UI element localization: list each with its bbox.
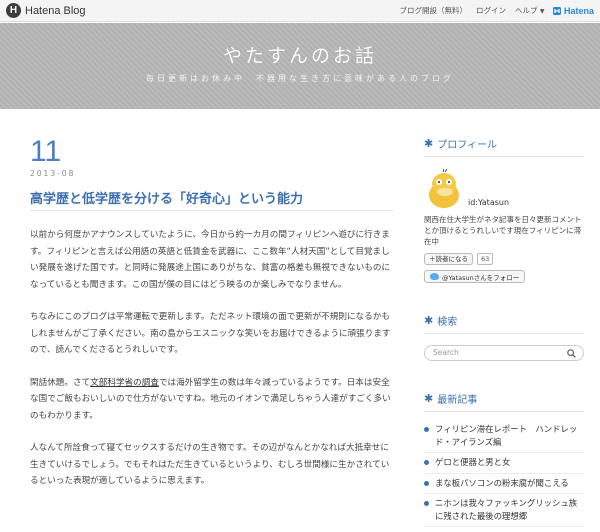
search-input[interactable]: Search bbox=[424, 345, 584, 361]
bullet-icon bbox=[424, 501, 429, 506]
bullet-icon bbox=[424, 480, 429, 486]
hatena-label: Hatena bbox=[563, 5, 594, 16]
module-divider bbox=[424, 411, 584, 412]
follow-label: @Yatasunさんをフォロー bbox=[442, 273, 520, 282]
recent-posts-heading-label: 最新記事 bbox=[437, 395, 478, 406]
twitter-bird-icon bbox=[430, 273, 439, 280]
search-icon[interactable] bbox=[567, 349, 576, 358]
search-heading-label: 検索 bbox=[437, 317, 458, 328]
profile-id[interactable]: id:Yatasun bbox=[468, 198, 509, 207]
recent-post-title[interactable]: ニホンは我々ファッキングリッシュ族に残された最後の理想郷 bbox=[435, 497, 584, 522]
open-blog-link[interactable]: ブログ開設（無料） bbox=[399, 5, 467, 16]
blog-description: 毎日更新はお休み中 不器用な生き方に意味がある人のブログ bbox=[146, 74, 454, 83]
twitter-follow-button[interactable]: @Yatasunさんをフォロー bbox=[424, 270, 526, 283]
asterisk-icon: ✱ bbox=[424, 392, 434, 405]
recent-post-item[interactable]: まな板パソコンの粉末腐が聞こえる bbox=[424, 474, 584, 494]
recent-post-item[interactable]: ゲロと便器と男と女 bbox=[424, 453, 584, 474]
hatena-mark-icon bbox=[553, 6, 562, 15]
entry-title[interactable]: 高学歴と低学歴を分ける「好奇心」という能力 bbox=[30, 188, 303, 207]
recent-posts-list: フィリピン滞在レポート ハンドレッド・アイランズ編 ゲロと便器と男と女 まな板パ… bbox=[424, 420, 584, 527]
module-divider bbox=[424, 156, 584, 157]
subscribe-button[interactable]: ＋読者になる bbox=[424, 253, 473, 265]
hatena-logo-icon: H bbox=[6, 3, 21, 18]
sidebar: ✱ プロフィール id:Yatasun 関西在住大学生がネタ記事を日々更新コメン… bbox=[424, 136, 584, 527]
entry-date-year-month[interactable]: 2013-08 bbox=[30, 169, 393, 178]
login-link[interactable]: ログイン bbox=[476, 5, 506, 16]
bullet-icon bbox=[424, 460, 429, 465]
help-label: ヘルプ bbox=[514, 6, 538, 15]
paragraph: 人なんて所詮食って寝てセックスするだけの生き物です。その辺がなんとかなれば大抵幸… bbox=[30, 443, 390, 486]
top-navbar: H Hatena Blog ブログ開設（無料） ログイン ヘルプ ▼ Haten… bbox=[0, 0, 600, 22]
recent-posts-heading: ✱ 最新記事 bbox=[424, 391, 584, 406]
psyduck-avatar-icon bbox=[429, 167, 459, 208]
paragraph: 閑話休題。さて文部科学省の調査では海外留学生の数は年々減っているようです。日本は… bbox=[30, 375, 393, 425]
caret-down-icon: ▼ bbox=[539, 8, 545, 15]
profile-row: id:Yatasun bbox=[424, 167, 584, 209]
asterisk-icon: ✱ bbox=[424, 314, 434, 327]
module-divider bbox=[424, 333, 584, 334]
recent-post-title[interactable]: ゲロと便器と男と女 bbox=[435, 456, 510, 469]
profile-description: 関西在住大学生がネタ記事を日々更新コメントとか頂けるとうれしいです現在フィリピン… bbox=[424, 215, 582, 246]
paragraph: 以前から何度かアナウンスしていたように、今日から約一カ月の間フィリピンへ遊びに行… bbox=[30, 230, 391, 290]
entry-article: 11 2013-08 高学歴と低学歴を分ける「好奇心」という能力 以前から何度か… bbox=[30, 136, 393, 486]
hatena-blog-brand[interactable]: H Hatena Blog bbox=[6, 3, 86, 18]
mext-survey-link[interactable]: 文部科学省の調査 bbox=[90, 378, 159, 388]
avatar[interactable] bbox=[424, 167, 464, 209]
reader-count: 63 bbox=[477, 253, 494, 265]
recent-post-title[interactable]: まな板パソコンの粉末腐が聞こえる bbox=[435, 477, 569, 490]
entry-body: 以前から何度かアナウンスしていたように、今日から約一カ月の間フィリピンへ遊びに行… bbox=[30, 227, 393, 506]
hatena-link[interactable]: Hatena bbox=[553, 6, 594, 16]
bullet-icon bbox=[424, 427, 429, 432]
asterisk-icon: ✱ bbox=[424, 137, 434, 150]
top-nav-links: ブログ開設（無料） ログイン ヘルプ ▼ Hatena bbox=[399, 5, 594, 16]
subscribe-label: 読者になる bbox=[435, 255, 469, 263]
paragraph: ちなみにこのブログは平常運転で更新します。ただネット環境の面で更新が不規則になる… bbox=[30, 312, 391, 355]
recent-post-item[interactable]: フィリピン滞在レポート ハンドレッド・アイランズ編 bbox=[424, 420, 584, 453]
blog-title[interactable]: やたすんのお話 bbox=[0, 41, 600, 68]
title-divider bbox=[30, 210, 393, 211]
entry-date-day[interactable]: 11 bbox=[30, 136, 393, 168]
help-menu[interactable]: ヘルプ ▼ bbox=[515, 5, 545, 16]
blog-header: やたすんのお話 毎日更新はお休み中 不器用な生き方に意味がある人のブログ bbox=[0, 23, 600, 109]
profile-heading-label: プロフィール bbox=[437, 140, 498, 151]
brand-name: Hatena Blog bbox=[25, 4, 86, 17]
recent-post-item[interactable]: ニホンは我々ファッキングリッシュ族に残された最後の理想郷 bbox=[424, 494, 584, 527]
search-placeholder: Search bbox=[433, 348, 459, 357]
recent-post-title[interactable]: フィリピン滞在レポート ハンドレッド・アイランズ編 bbox=[435, 423, 584, 448]
profile-heading: ✱ プロフィール bbox=[424, 136, 584, 151]
search-heading: ✱ 検索 bbox=[424, 313, 584, 328]
paragraph-text: 閑話休題。さて bbox=[30, 377, 91, 388]
reader-button-row: ＋読者になる 63 bbox=[424, 253, 584, 265]
